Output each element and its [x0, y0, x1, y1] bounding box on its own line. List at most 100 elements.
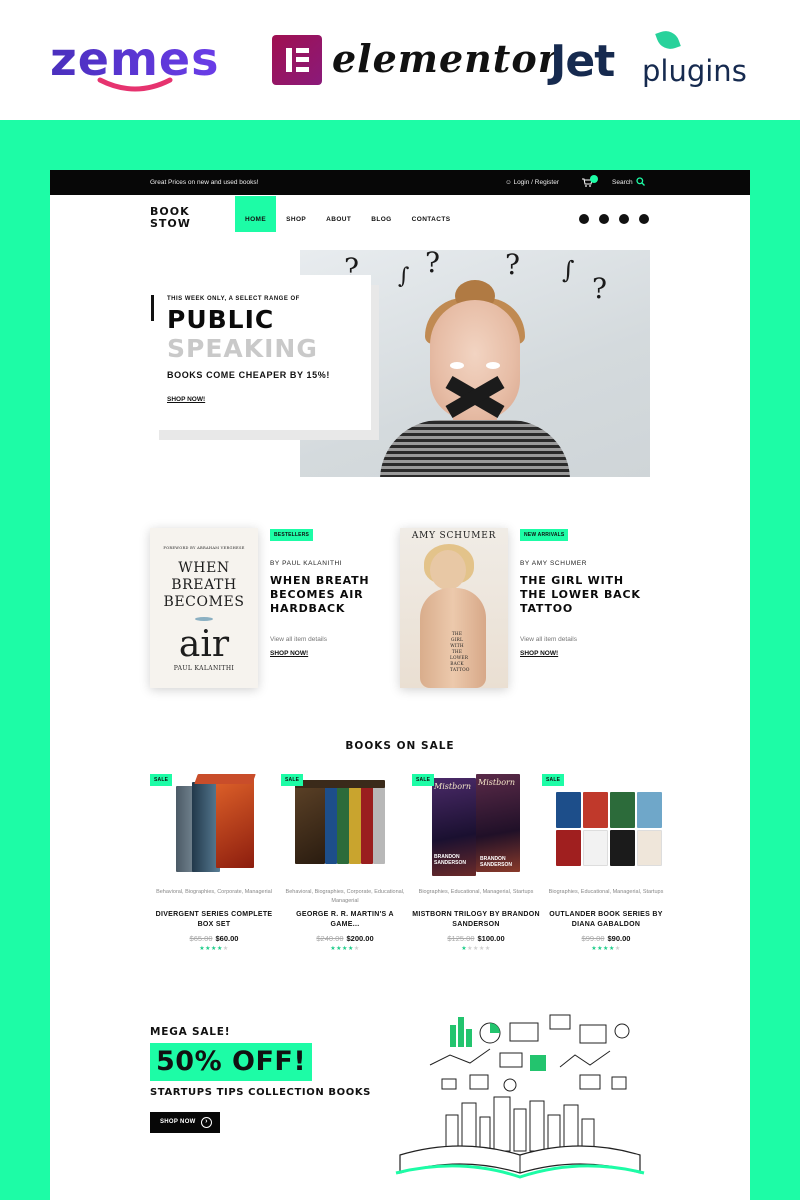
featured-title[interactable]: WHEN BREATH BECOMES AIR HARDBACK — [270, 574, 400, 616]
book-spine — [337, 786, 349, 864]
hero-title-1: PUBLIC — [167, 305, 275, 334]
product-card[interactable]: SALE Behavioral, Biographies, Corporate,… — [150, 770, 278, 960]
cover-title-2: BREATH — [171, 577, 237, 593]
product-image[interactable] — [556, 772, 662, 880]
instagram-icon[interactable] — [619, 214, 629, 224]
hero-kicker: THIS WEEK ONLY, A SELECT RANGE OF — [167, 296, 300, 302]
book-spine — [349, 786, 361, 864]
rating-stars: ★★★★★ — [150, 945, 278, 952]
infographic-doodles — [429, 1014, 630, 1092]
site-logo[interactable]: BOOK STOW — [150, 206, 191, 230]
jet-wordmark: Jet — [550, 36, 615, 87]
product-categories: Biographies, Educational, Managerial, St… — [418, 889, 534, 895]
cart-count-badge — [590, 175, 598, 183]
sale-badge: SALE — [542, 774, 565, 786]
scribble-icon: ∫ — [398, 264, 410, 289]
star-empty-icon: ★ — [222, 946, 229, 952]
sale-badge: SALE — [150, 774, 173, 786]
product-card[interactable]: SALE Behavioral, Biographies, Corporate,… — [281, 770, 409, 960]
featured-author: BY PAUL KALANITHI — [270, 560, 343, 567]
logo-line-2: STOW — [150, 217, 191, 230]
product-price: $125.00 $100.00 — [412, 934, 540, 943]
product-categories: Behavioral, Biographies, Corporate, Mana… — [156, 889, 272, 895]
old-price: $65.00 — [189, 934, 213, 943]
nav-contacts[interactable]: CONTACTS — [402, 196, 461, 232]
book-cover — [637, 792, 662, 828]
question-mark-icon: ? — [425, 250, 441, 279]
nav-home[interactable]: HOME — [235, 196, 277, 232]
view-details-link[interactable]: View all item details — [270, 636, 327, 643]
elementor-icon — [272, 35, 322, 85]
facebook-icon[interactable] — [579, 214, 589, 224]
nav-blog[interactable]: BLOG — [361, 196, 401, 232]
featured-shop-now-link[interactable]: SHOP NOW! — [520, 650, 558, 657]
eye-shape — [486, 362, 500, 369]
product-image[interactable] — [295, 772, 395, 880]
product-price: $240.00 $200.00 — [281, 934, 409, 943]
cover-title-1: WHEN — [178, 560, 230, 576]
mega-shop-now-button[interactable]: SHOP NOW › — [150, 1112, 220, 1133]
elementor-logo: elementor — [272, 28, 558, 90]
book-cover — [556, 792, 581, 828]
book-cover-when-breath[interactable]: FOREWORD BY ABRAHAM VERGHESE WHEN BREATH… — [150, 528, 258, 688]
login-register-link[interactable]: ☺ Login / Register — [505, 179, 559, 186]
cover-author: PAUL KALANITHI — [173, 665, 235, 672]
rating-stars: ★★★★★ — [281, 945, 409, 952]
open-book-illustration — [395, 1014, 645, 1179]
product-price: $65.00 $60.00 — [150, 934, 278, 943]
sale-badge: SALE — [412, 774, 435, 786]
nav-about[interactable]: ABOUT — [316, 196, 361, 232]
books-on-sale-heading: BOOKS ON SALE — [345, 740, 455, 752]
cover-title-4: air — [178, 624, 230, 665]
vendor-banner: zemes elementor Jet plugins — [0, 0, 800, 120]
arrow-right-icon: › — [201, 1117, 212, 1128]
cover-author: AMY SCHUMER — [411, 531, 497, 541]
product-image[interactable] — [164, 772, 264, 880]
old-price: $125.00 — [447, 934, 475, 943]
featured-title[interactable]: THE GIRL WITH THE LOWER BACK TATTOO — [520, 574, 650, 616]
sale-price: $200.00 — [346, 934, 374, 943]
top-bar: Great Prices on new and used books! ☺ Lo… — [50, 170, 750, 195]
youtube-icon[interactable] — [639, 214, 649, 224]
search-label[interactable]: Search — [612, 179, 633, 186]
product-card[interactable]: SALE Biographies, Educational, Manageria… — [542, 770, 670, 960]
book-cover — [216, 776, 254, 868]
hero-title-2: SPEAKING — [167, 334, 318, 363]
box-top — [295, 780, 385, 788]
view-details-link[interactable]: View all item details — [520, 636, 577, 643]
featured-author: BY AMY SCHUMER — [520, 560, 588, 567]
book-cover — [610, 830, 635, 866]
cover-title: Mistborn — [434, 782, 471, 791]
twitter-icon[interactable] — [599, 214, 609, 224]
login-label: Login / Register — [513, 179, 559, 186]
book-cover — [556, 830, 581, 866]
book-cover-amy-schumer[interactable]: AMY SCHUMER THE GIRL WITH THE LOWER BACK… — [400, 528, 508, 688]
product-name[interactable]: OUTLANDER BOOK SERIES BY DIANA GABALDON — [542, 910, 670, 930]
product-name[interactable]: DIVERGENT SERIES COMPLETE BOX SET — [150, 910, 278, 930]
rating-stars: ★★★★★ — [542, 945, 670, 952]
rating-stars: ★★★★★ — [412, 945, 540, 952]
new-arrivals-badge: NEW ARRIVALS — [520, 529, 569, 541]
jetplugins-logo: Jet plugins — [550, 27, 760, 90]
cover-author: BRANDON SANDERSON — [480, 856, 512, 868]
nav-shop[interactable]: SHOP — [276, 196, 316, 232]
hero-shop-now-link[interactable]: SHOP NOW! — [167, 396, 205, 403]
book-cover — [583, 792, 608, 828]
city-skyline — [445, 1096, 595, 1152]
product-categories: Biographies, Educational, Managerial, St… — [548, 889, 664, 895]
star-empty-icon: ★ — [484, 946, 491, 952]
cover-foreword: FOREWORD BY ABRAHAM VERGHESE — [163, 546, 245, 550]
book-cover — [610, 792, 635, 828]
elementor-wordmark: elementor — [332, 36, 559, 81]
book-cover — [637, 830, 662, 866]
product-name[interactable]: GEORGE R. R. MARTIN'S A GAME... — [281, 910, 409, 930]
main-nav: HOME SHOP ABOUT BLOG CONTACTS — [235, 196, 460, 232]
product-card[interactable]: Mistborn Mistborn BRANDON SANDERSON BRAND… — [412, 770, 540, 960]
product-image[interactable]: Mistborn Mistborn BRANDON SANDERSON BRAND… — [426, 772, 526, 880]
old-price: $240.00 — [316, 934, 344, 943]
sale-badge: SALE — [281, 774, 304, 786]
product-name[interactable]: MISTBORN TRILOGY BY BRANDON SANDERSON — [412, 910, 540, 930]
star-empty-icon: ★ — [353, 946, 360, 952]
search-icon[interactable] — [636, 177, 645, 186]
featured-shop-now-link[interactable]: SHOP NOW! — [270, 650, 308, 657]
